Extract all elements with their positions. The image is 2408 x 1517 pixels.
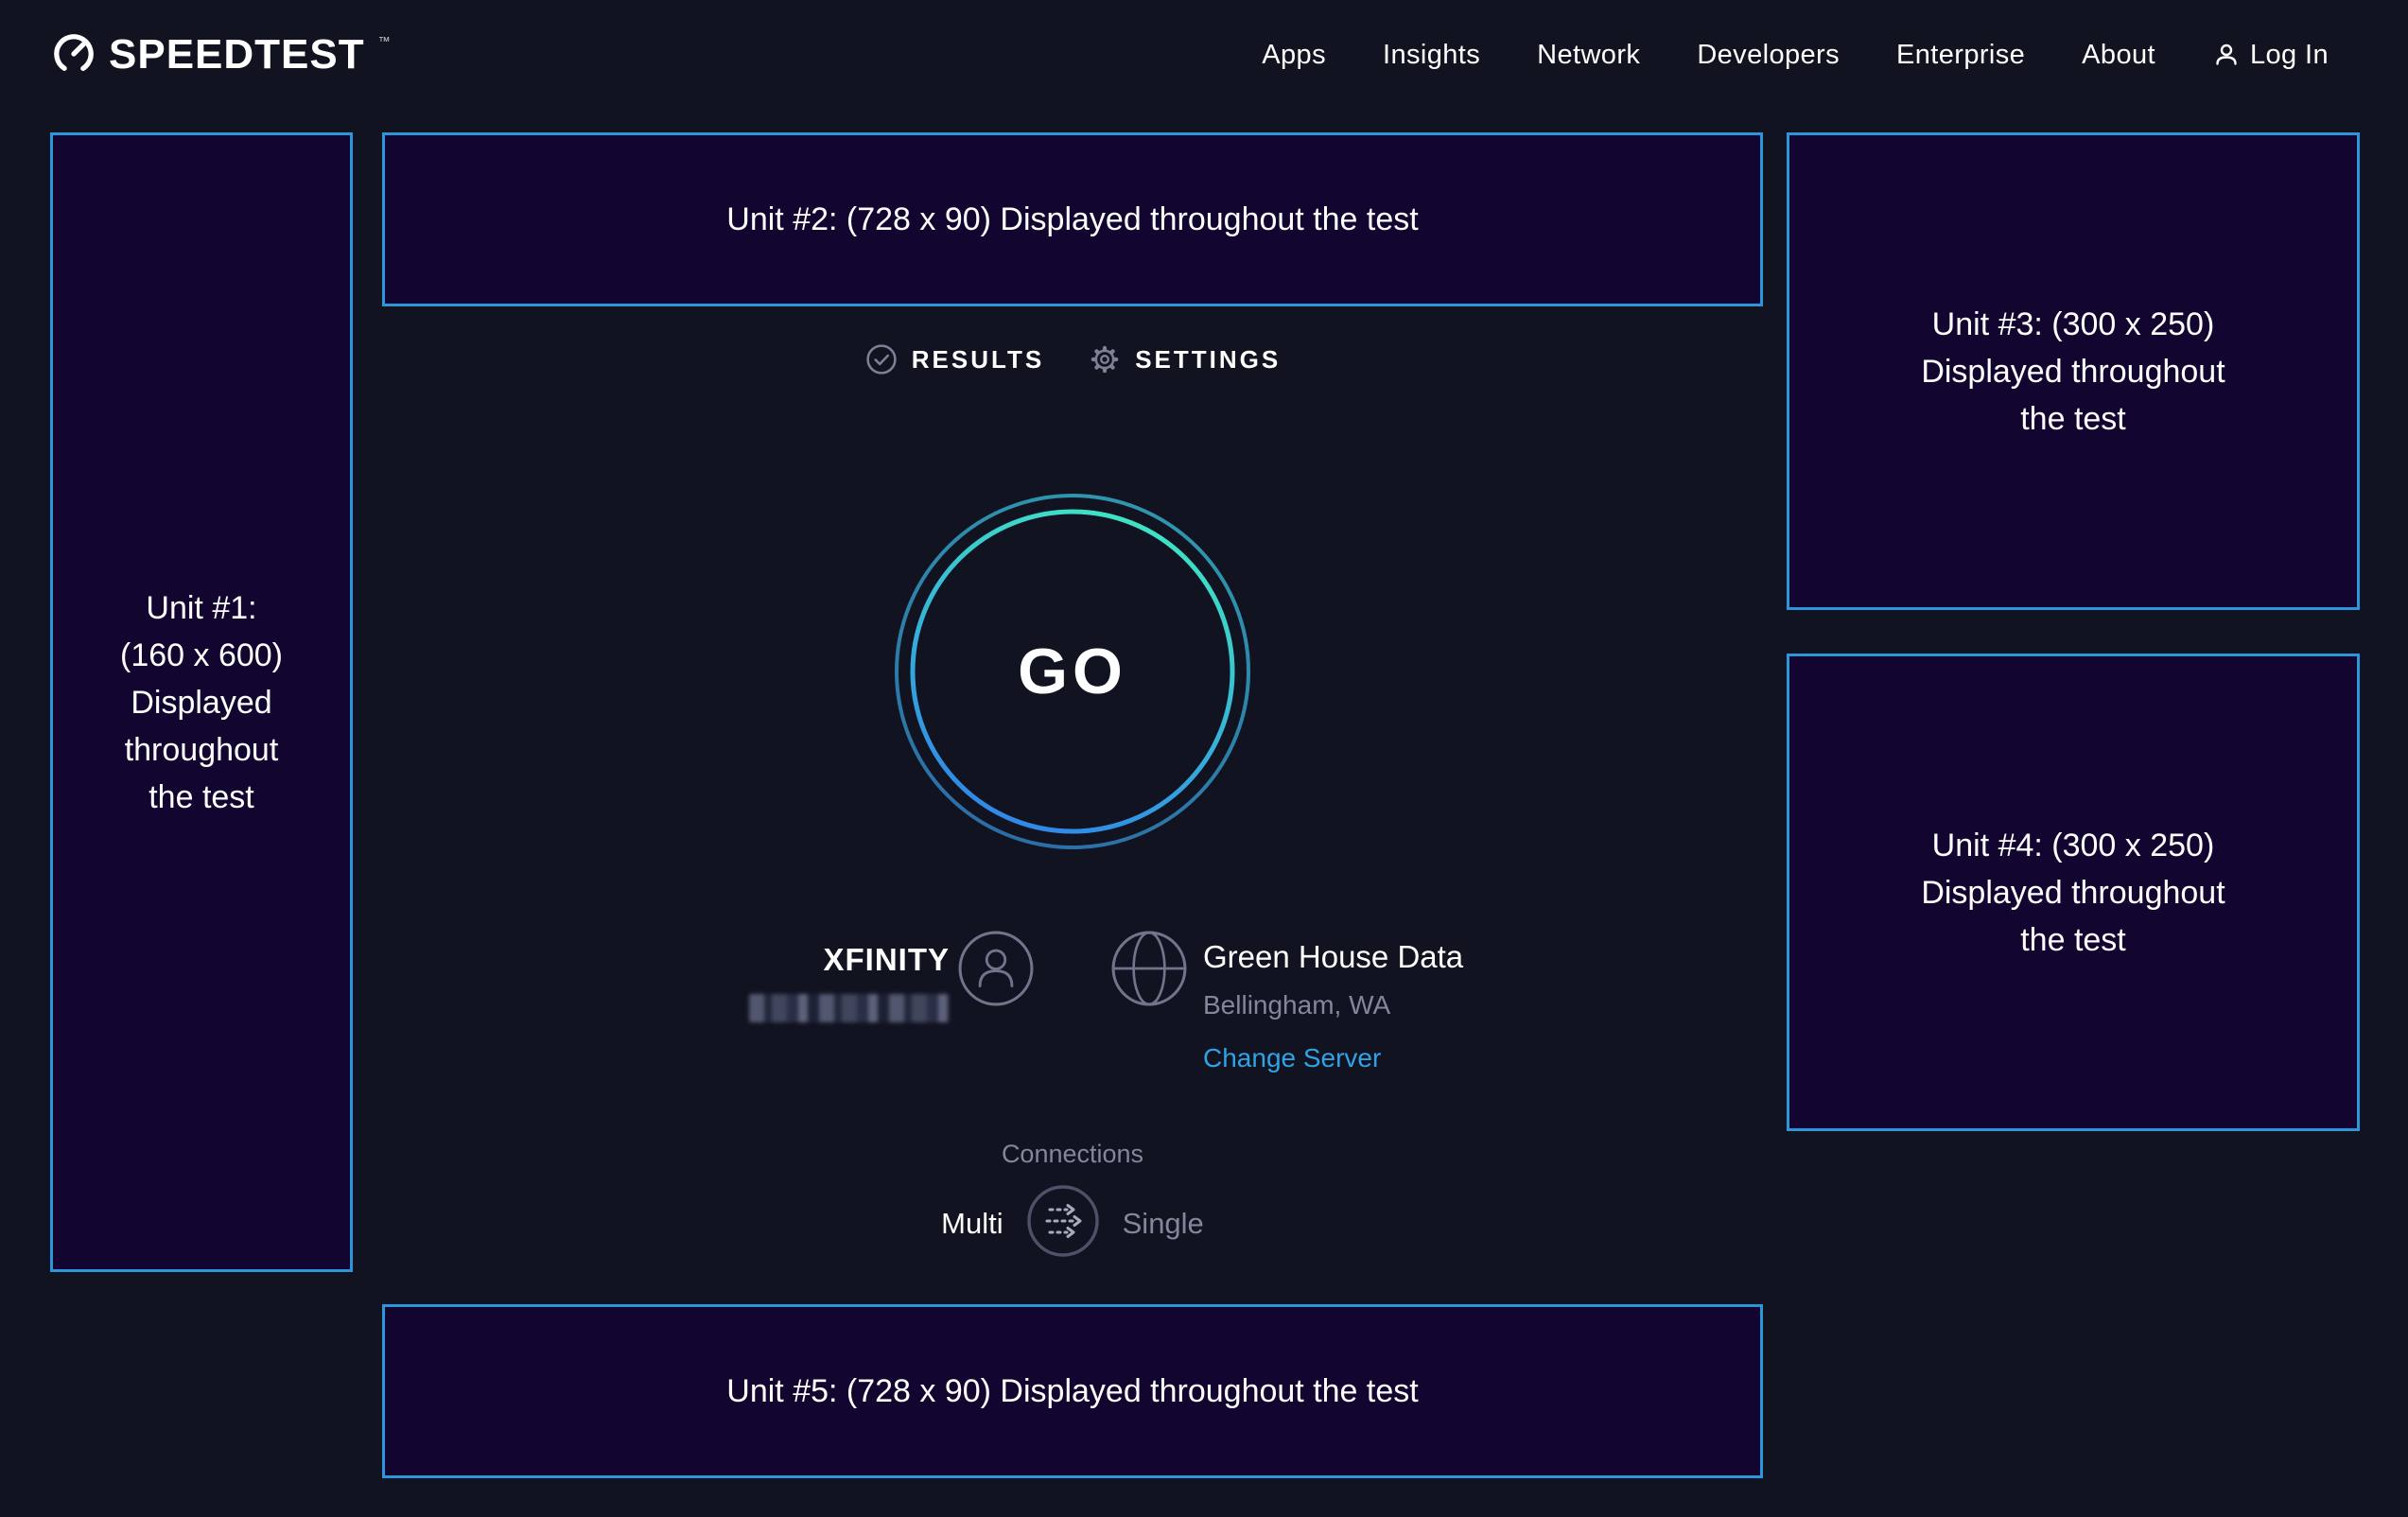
isp-details-redacted — [749, 994, 950, 1022]
ad-unit-4-rectangle: Unit #4: (300 x 250) Displayed throughou… — [1787, 654, 2360, 1131]
ad-unit-1-skyscraper: Unit #1: (160 x 600) Displayed throughou… — [50, 132, 353, 1272]
results-settings-tabs: RESULTS — [382, 342, 1763, 376]
connections-label: Connections — [382, 1140, 1763, 1169]
ad-line: Unit #3: (300 x 250) — [1921, 301, 2225, 348]
multi-connection-arrows-icon — [1026, 1184, 1100, 1258]
connections-toggle-row: Multi Single — [382, 1184, 1763, 1263]
isp-user-icon — [957, 930, 1035, 1007]
server-location: Bellingham, WA — [1203, 990, 1463, 1020]
login-label: Log In — [2250, 40, 2329, 71]
go-button-label: GO — [893, 492, 1252, 851]
nav-item-enterprise[interactable]: Enterprise — [1896, 40, 2025, 71]
ad-line: (160 x 600) — [120, 632, 283, 679]
server-block: Green House Data Bellingham, WA Change S… — [1203, 939, 1463, 1073]
ad-line: Displayed — [120, 679, 283, 726]
globe-icon — [1110, 930, 1188, 1007]
connections-toggle[interactable] — [1026, 1184, 1100, 1263]
tab-settings[interactable]: SETTINGS — [1088, 342, 1281, 376]
isp-name: XFINITY — [749, 942, 950, 978]
ad-unit-4-text: Unit #4: (300 x 250) Displayed throughou… — [1921, 822, 2225, 964]
go-button[interactable]: GO — [893, 492, 1252, 851]
tab-settings-label: SETTINGS — [1135, 345, 1281, 375]
server-name: Green House Data — [1203, 939, 1463, 975]
ad-unit-3-text: Unit #3: (300 x 250) Displayed throughou… — [1921, 301, 2225, 443]
logo-text: SPEEDTEST — [109, 32, 365, 78]
isp-block: XFINITY — [749, 942, 950, 1022]
ad-unit-1-text: Unit #1: (160 x 600) Displayed throughou… — [120, 584, 283, 821]
ad-unit-3-rectangle: Unit #3: (300 x 250) Displayed throughou… — [1787, 132, 2360, 610]
ad-line: Unit #4: (300 x 250) — [1921, 822, 2225, 869]
user-icon — [2212, 41, 2241, 69]
tab-results[interactable]: RESULTS — [864, 342, 1044, 376]
connections-section: Connections Multi Single — [382, 1140, 1763, 1263]
check-circle-icon — [864, 342, 899, 376]
ad-line: the test — [120, 774, 283, 821]
connections-single-label: Single — [1123, 1207, 1204, 1241]
connections-multi-label: Multi — [941, 1207, 1003, 1241]
login-link[interactable]: Log In — [2212, 40, 2329, 71]
tab-results-label: RESULTS — [912, 345, 1044, 375]
speedometer-icon — [52, 32, 96, 76]
ad-line: Displayed throughout — [1921, 348, 2225, 395]
ad-line: the test — [1921, 395, 2225, 443]
ad-line: throughout — [120, 726, 283, 774]
ad-line: Unit #1: — [120, 584, 283, 632]
speedtest-logo[interactable]: SPEEDTEST ™ — [52, 32, 391, 78]
change-server-link[interactable]: Change Server — [1203, 1043, 1381, 1073]
ad-line: Displayed throughout — [1921, 869, 2225, 916]
gear-icon — [1088, 342, 1122, 376]
nav-item-about[interactable]: About — [2082, 40, 2155, 71]
speedtest-main-panel: RESULTS — [382, 0, 1763, 1517]
ad-line: the test — [1921, 916, 2225, 964]
